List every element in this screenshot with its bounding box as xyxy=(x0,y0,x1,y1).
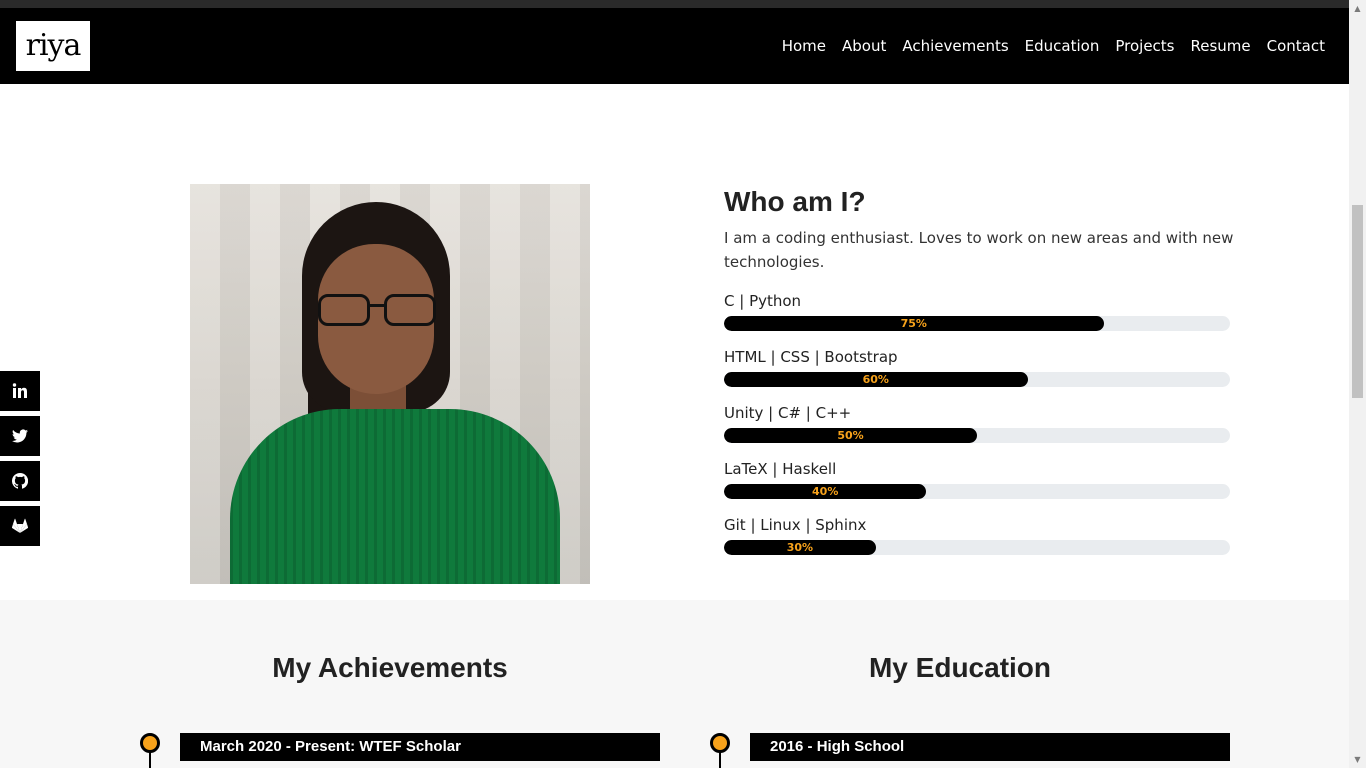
skill-progress-track: 40% xyxy=(724,484,1230,499)
skill-progress-fill: 50% xyxy=(724,428,977,443)
skill-progress-track: 50% xyxy=(724,428,1230,443)
top-banner-strip xyxy=(0,0,1349,8)
skill-label: Git | Linux | Sphinx xyxy=(724,516,867,534)
education-title: My Education xyxy=(868,652,1051,683)
twitter-link[interactable] xyxy=(0,416,40,456)
skill-progress-fill: 40% xyxy=(724,484,927,499)
nav-contact[interactable]: Contact xyxy=(1267,37,1325,55)
skill-label: Unity | C# | C++ xyxy=(724,404,852,422)
skill-item: HTML | CSS | Bootstrap 60% xyxy=(724,346,1230,387)
scroll-up-arrow-icon[interactable]: ▲ xyxy=(1349,0,1366,17)
about-title: Who am I? xyxy=(724,186,866,217)
logo[interactable]: riya xyxy=(16,21,90,71)
skill-percent: 60% xyxy=(862,373,889,386)
logo-text: riya xyxy=(25,28,82,63)
skill-progress-track: 60% xyxy=(724,372,1230,387)
education-timeline-line xyxy=(719,752,721,768)
github-link[interactable] xyxy=(0,461,40,501)
nav-home[interactable]: Home xyxy=(782,37,826,55)
gitlab-icon xyxy=(12,518,28,533)
skill-percent: 50% xyxy=(837,429,864,442)
photo-glasses xyxy=(316,294,440,328)
nav-achievements[interactable]: Achievements xyxy=(902,37,1008,55)
education-item[interactable]: 2016 - High School xyxy=(750,733,1230,761)
nav-about[interactable]: About xyxy=(842,37,886,55)
photo-sweater xyxy=(230,409,560,584)
about-description: I am a coding enthusiast. Loves to work … xyxy=(724,229,1234,271)
linkedin-link[interactable] xyxy=(0,371,40,411)
achievements-timeline-dot xyxy=(140,733,160,753)
skill-item: LaTeX | Haskell 40% xyxy=(724,458,1230,499)
skill-label: C | Python xyxy=(724,292,802,310)
education-timeline-dot xyxy=(710,733,730,753)
skill-percent: 30% xyxy=(786,541,814,554)
scrollbar-thumb[interactable] xyxy=(1352,205,1363,398)
nav-resume[interactable]: Resume xyxy=(1191,37,1251,55)
achievement-item[interactable]: March 2020 - Present: WTEF Scholar xyxy=(180,733,660,761)
scroll-down-arrow-icon[interactable]: ▼ xyxy=(1349,751,1366,768)
skill-label: LaTeX | Haskell xyxy=(724,460,837,478)
skill-progress-fill: 30% xyxy=(724,540,876,555)
linkedin-icon xyxy=(12,383,27,398)
twitter-icon xyxy=(12,429,28,443)
nav-education[interactable]: Education xyxy=(1025,37,1100,55)
skill-percent: 40% xyxy=(812,485,839,498)
skill-item: C | Python 75% xyxy=(724,290,1230,331)
achievements-title: My Achievements xyxy=(272,652,508,683)
github-icon xyxy=(12,473,28,489)
skill-percent: 75% xyxy=(900,317,927,330)
nav-links: Home About Achievements Education Projec… xyxy=(766,8,1325,84)
skill-progress-fill: 60% xyxy=(724,372,1028,387)
scrollbar[interactable]: ▲ ▼ xyxy=(1349,0,1366,768)
navbar: riya Home About Achievements Education P… xyxy=(0,8,1349,84)
skill-label: HTML | CSS | Bootstrap xyxy=(724,348,898,366)
skill-progress-fill: 75% xyxy=(724,316,1104,331)
skill-item: Git | Linux | Sphinx 30% xyxy=(724,514,1230,555)
skill-progress-track: 75% xyxy=(724,316,1230,331)
skill-item: Unity | C# | C++ 50% xyxy=(724,402,1230,443)
gitlab-link[interactable] xyxy=(0,506,40,546)
profile-photo xyxy=(190,184,590,584)
skill-progress-track: 30% xyxy=(724,540,1230,555)
achievements-timeline-line xyxy=(149,752,151,768)
nav-projects[interactable]: Projects xyxy=(1115,37,1174,55)
